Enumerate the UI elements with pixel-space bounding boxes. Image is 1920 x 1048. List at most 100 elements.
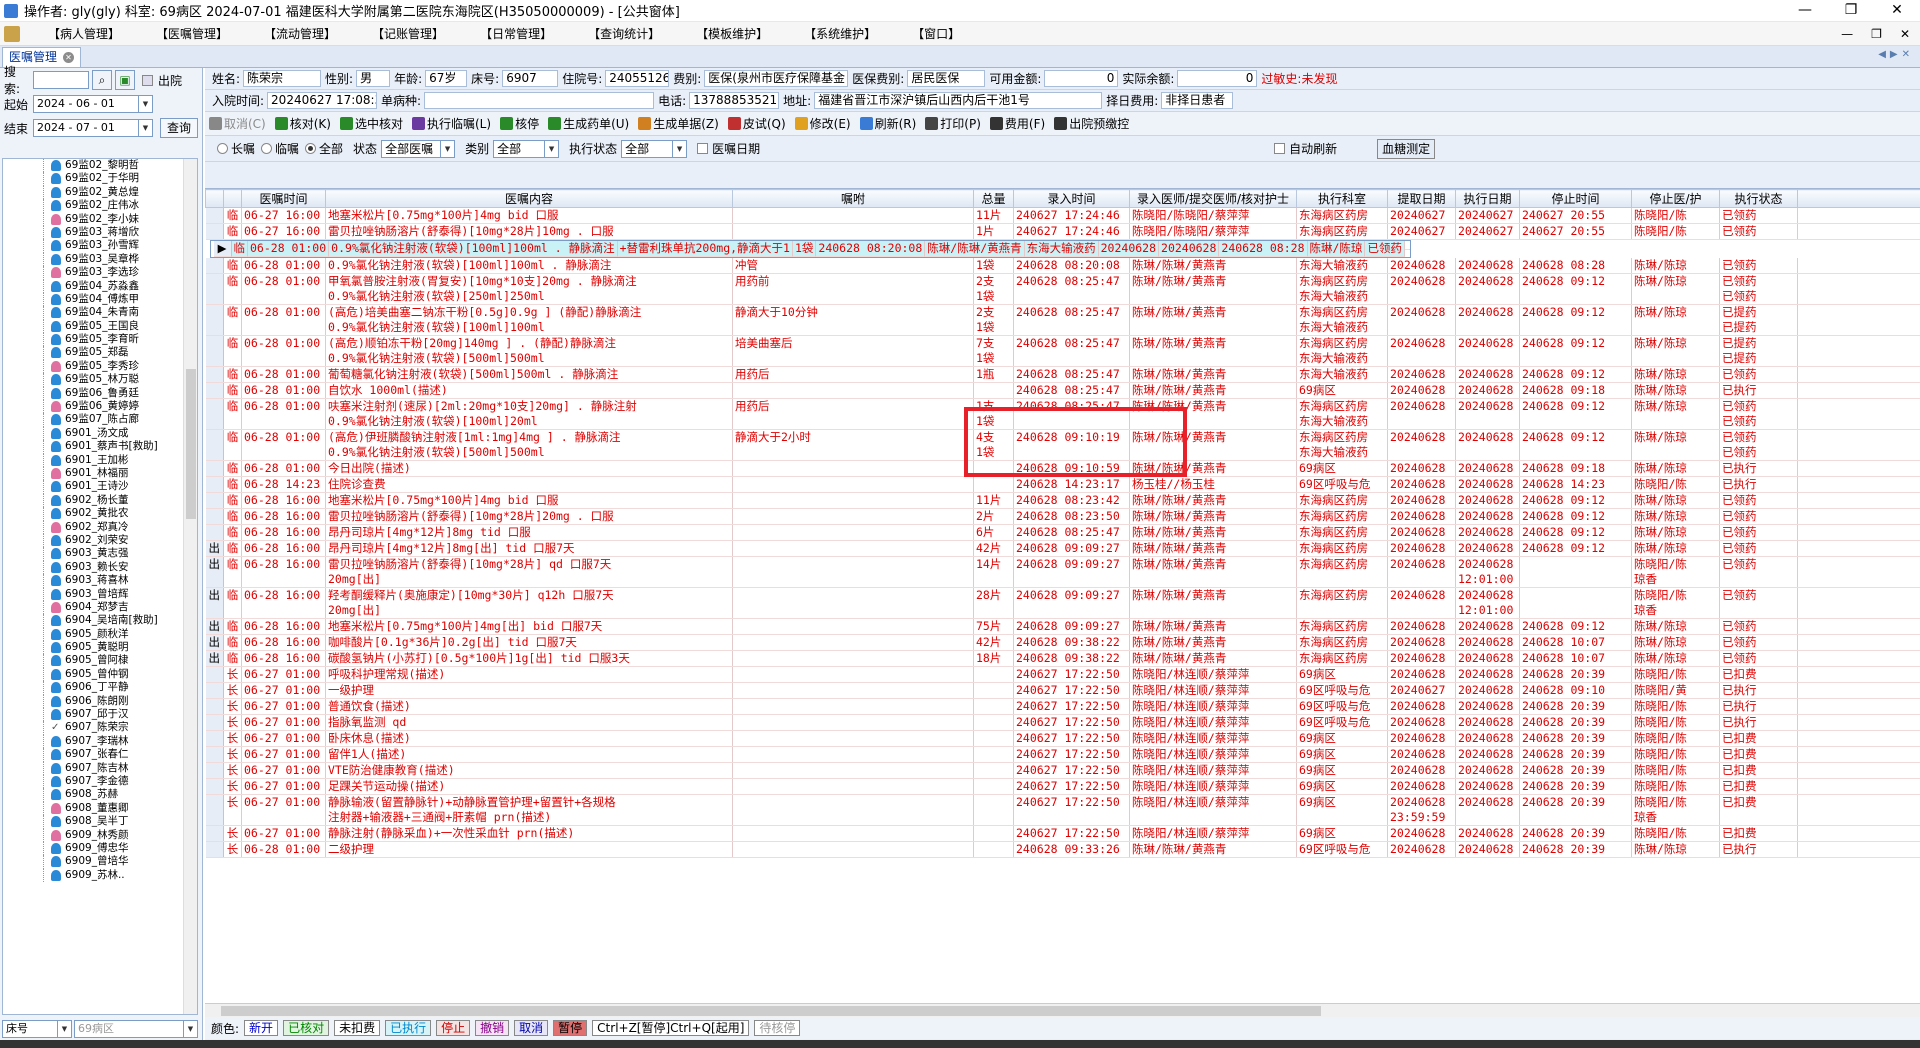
patient-tree-item[interactable]: 6904_郑梦吉 (3, 600, 197, 615)
end-date-input[interactable]: 2024 - 07 - 01 ▼ (33, 119, 153, 137)
patient-tree-item[interactable]: 6908_苏赫 (3, 788, 197, 802)
all-order-radio[interactable] (305, 143, 317, 154)
patient-tree-item[interactable]: 6907_李瑞林 (3, 734, 197, 749)
skin-test-button[interactable]: 皮试(Q) (727, 115, 786, 132)
patient-tree-item[interactable]: 6909_傅忠华 (3, 841, 197, 856)
menu-item-7[interactable]: 【系统维护】 (786, 22, 894, 46)
order-row[interactable]: 长 06-27 01:00 普通饮食(描述) 240627 17:22:50 陈晓阳/林… (205, 698, 1920, 715)
order-row[interactable]: 临 06-28 01:00 呋塞米注射剂(速尿)[2ml:20mg*10支]20mg… (205, 398, 1920, 430)
column-header-3[interactable]: 总量 (973, 189, 1014, 208)
patient-tree-item[interactable]: 69监05_王国良 (3, 319, 197, 334)
order-row[interactable]: 长 06-27 01:00 呼吸科护理常规(描述) 240627 17:22:50 陈晓… (205, 666, 1920, 683)
patient-tree-item[interactable]: 69监03_李选珍 (3, 266, 197, 280)
column-header-0[interactable]: 医嘱时间 (241, 189, 326, 208)
patient-tree-item[interactable]: 6907_邱于汉 (3, 708, 197, 722)
patient-tree-item[interactable]: 69监05_李秀珍 (3, 359, 197, 374)
patient-tree-item[interactable]: 69监02_黎明哲 (3, 159, 197, 173)
glucose-test-button[interactable]: 血糖测定 (1377, 138, 1436, 159)
patient-tree-item[interactable]: 69监04_傅炼甲 (3, 292, 197, 307)
edit-button[interactable]: 修改(E) (794, 115, 851, 132)
order-row[interactable]: 临 06-28 01:00 (高危)培美曲塞二钠冻干粉[0.5g]0.9g ] (静… (205, 304, 1920, 336)
patient-tree-item[interactable]: 69监02_庄伟冰 (3, 199, 197, 213)
order-row[interactable]: 临 06-28 01:00 甲氧氯普胺注射液(胃复安)[10mg*10支]20mg … (205, 273, 1920, 305)
patient-tree-item[interactable]: 6906_丁平静 (3, 681, 197, 695)
patient-tree-item[interactable]: 6907_张春仁 (3, 748, 197, 762)
patient-tree-item[interactable]: 6903_曾培辉 (3, 587, 197, 601)
verify-selected-button[interactable]: 选中核对 (339, 115, 403, 132)
start-date-input[interactable]: 2024 - 06 - 01 ▼ (33, 95, 153, 113)
order-row[interactable]: 临 06-28 01:00 今日出院(描述) 240628 09:10:59 陈琳/陈琳… (205, 460, 1920, 477)
menu-item-8[interactable]: 【窗口】 (894, 22, 978, 46)
order-row[interactable]: 长 06-27 01:00 足踝关节运动操(描述) 240627 17:22:50 陈晓… (205, 778, 1920, 795)
menu-item-6[interactable]: 【模板维护】 (678, 22, 786, 46)
refresh-list-icon[interactable]: ▣ (115, 70, 135, 90)
menu-item-3[interactable]: 【记账管理】 (354, 22, 462, 46)
order-row[interactable]: 临 06-28 16:00 地塞米松片[0.75mg*100片]4mg bid 口服… (205, 492, 1920, 509)
tab-close-icon[interactable]: ✕ (63, 52, 75, 63)
search-input[interactable] (33, 71, 89, 89)
column-header-2[interactable]: 嘱咐 (732, 189, 974, 208)
menu-item-1[interactable]: 【医嘱管理】 (138, 22, 246, 46)
patient-tree-item[interactable]: 6903_赖长安 (3, 560, 197, 575)
order-date-checkbox[interactable] (697, 143, 709, 154)
generate-form-button[interactable]: 生成单据(Z) (638, 115, 719, 132)
patient-tree-item[interactable]: 6901_王诗沙 (3, 480, 197, 494)
patient-tree-item[interactable]: 69监04_朱青南 (3, 306, 197, 320)
patient-tree-item[interactable]: 6909_曾培华 (3, 855, 197, 869)
search-icon[interactable]: ⌕ (92, 70, 112, 90)
patient-tree-item[interactable]: 69监02_李小妹 (3, 212, 197, 226)
order-row[interactable]: 临 06-28 16:00 雷贝拉唑钠肠溶片(舒泰得)[10mg*28片]20mg … (205, 508, 1920, 525)
order-row[interactable]: 临 06-28 16:00 昂丹司琼片[4mg*12片]8mg tid 口服 6片 24… (205, 524, 1920, 541)
patient-tree-item[interactable]: 6904_吴培南[救助] (3, 614, 197, 628)
column-header-9[interactable]: 停止时间 (1519, 189, 1632, 208)
fee-button[interactable]: 费用(F) (989, 115, 1045, 132)
horizontal-scrollbar[interactable] (205, 1003, 1920, 1017)
patient-tree-item[interactable]: 6909_林秀颜 (3, 828, 197, 842)
patient-tree-item[interactable]: 6902_黄批农 (3, 507, 197, 521)
ward-select[interactable]: 69病区 ▼ (74, 1020, 198, 1038)
patient-tree-item[interactable]: 6903_黄志强 (3, 547, 197, 561)
menu-item-0[interactable]: 【病人管理】 (30, 22, 138, 46)
menu-item-5[interactable]: 【查询统计】 (570, 22, 678, 46)
column-header-6[interactable]: 执行科室 (1296, 189, 1388, 208)
temp-order-radio[interactable] (261, 143, 273, 154)
order-row[interactable]: 临 06-28 01:00 (高危)伊班膦酸钠注射液[1ml:1mg]4mg ] .… (205, 429, 1920, 461)
patient-tree-item[interactable]: 69监06_黄婷婷 (3, 400, 197, 414)
order-row[interactable]: 出临 06-28 16:00 地塞米松片[0.75mg*100片]4mg[出] bi… (205, 618, 1920, 635)
patient-tree-item[interactable]: 6909_苏林.. (3, 868, 197, 883)
patient-tree-item[interactable]: 6908_吴半丁 (3, 815, 197, 829)
patient-tree-item[interactable]: 6901_汤文成 (3, 426, 197, 441)
patient-tree-item[interactable]: 69监07_陈占廊 (3, 413, 197, 427)
patient-tree-item[interactable]: 69监02_黄总煌 (3, 185, 197, 200)
order-row[interactable]: 长 06-27 01:00 VTE防治健康教育(描述) 240627 17:22:50… (205, 762, 1920, 779)
print-button[interactable]: 打印(P) (925, 115, 981, 132)
cancel-button[interactable]: 取消(C) (209, 115, 266, 132)
patient-tree-item[interactable]: 6902_刘荣安 (3, 533, 197, 548)
order-row[interactable]: 长 06-27 01:00 留伴1人(描述) 240627 17:22:50 陈晓阳/林… (205, 746, 1920, 763)
patient-tree-item[interactable]: 69监06_鲁勇廷 (3, 386, 197, 401)
patient-tree-item[interactable]: 6901_王加彬 (3, 453, 197, 467)
order-row[interactable]: 长 06-27 01:00 卧床休息(描述) 240627 17:22:50 陈晓阳/林… (205, 730, 1920, 747)
minimize-button[interactable]: — (1782, 0, 1828, 22)
tab-nav-icon[interactable]: ◀▶✕ (1878, 49, 1914, 60)
query-button[interactable]: 查询 (160, 118, 199, 138)
patient-tree-item[interactable]: 6901_蔡声书[救助] (3, 440, 197, 454)
order-row[interactable]: 临 06-28 01:00 自饮水 1000ml(描述) 240628 08:25:4… (205, 382, 1920, 399)
verify-button[interactable]: 核对(K) (274, 115, 331, 132)
column-header-5[interactable]: 录入医师/提交医师/核对护士 (1129, 189, 1297, 208)
discharged-checkbox[interactable] (142, 74, 153, 86)
order-row[interactable]: ▶ 临 06-28 01:00 0.9%氯化钠注射液(软袋)[100ml]100ml … (209, 240, 1411, 258)
status-select[interactable]: 全部医嘱 ▼ (381, 139, 456, 158)
menu-item-2[interactable]: 【流动管理】 (246, 22, 354, 46)
order-row[interactable]: 出临 06-28 16:00 碳酸氢钠片(小苏打)[0.5g*100片]1g[出] … (205, 650, 1920, 667)
patient-tree-item[interactable]: 6907_李金德 (3, 774, 197, 789)
order-row[interactable]: 出临 06-28 16:00 咖啡酸片[0.1g*36片]0.2g[出] tid 口… (205, 634, 1920, 651)
patient-tree-item[interactable]: 69监03_蒋增欣 (3, 225, 197, 240)
order-row[interactable]: 临 06-27 16:00 地塞米松片[0.75mg*100片]4mg bid 口服… (205, 207, 1920, 224)
category-select[interactable]: 全部 ▼ (493, 139, 560, 158)
verify-stop-button[interactable]: 核停 (500, 115, 539, 132)
column-header-11[interactable]: 执行状态 (1719, 189, 1798, 208)
column-header-7[interactable]: 提取日期 (1387, 189, 1456, 208)
mdi-minimize-button[interactable]: — (1841, 27, 1853, 41)
patient-tree-item[interactable]: 6905_黄聪明 (3, 641, 197, 655)
